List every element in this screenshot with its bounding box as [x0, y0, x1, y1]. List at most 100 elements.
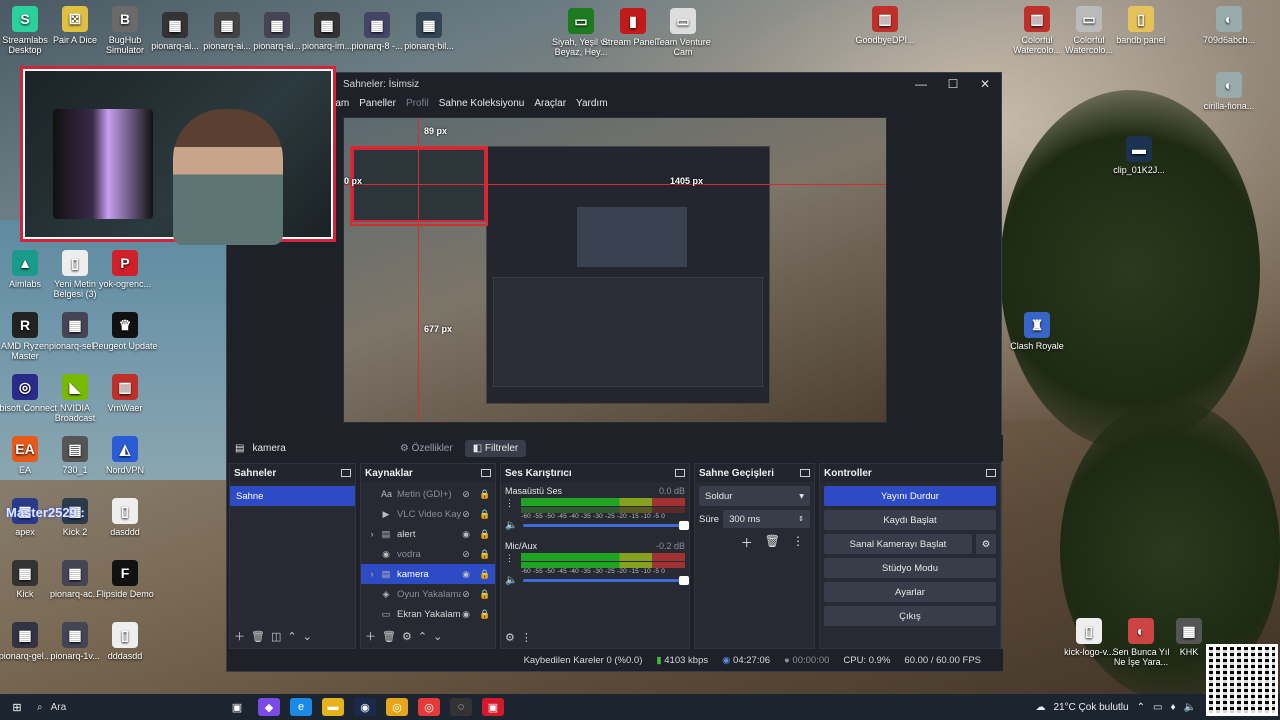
source-item[interactable]: › ▤ alert ◉ 🔒: [361, 524, 495, 544]
desktop-shortcut[interactable]: ♛ Peugeot Update: [92, 312, 158, 351]
desktop-shortcut[interactable]: ▯ bandb panel: [1108, 6, 1174, 45]
arrow-down-icon[interactable]: ⌄: [433, 630, 442, 643]
chrome-icon[interactable]: ◎: [386, 698, 408, 716]
start-recording-button[interactable]: Kaydı Başlat: [824, 510, 996, 530]
task-view-icon[interactable]: ▣: [226, 698, 248, 716]
source-item[interactable]: ▭ Ekran Yakalama ◉ 🔒: [361, 604, 495, 624]
desktop-shortcut[interactable]: ▦ pionarq-bil...: [396, 12, 462, 51]
trash-icon[interactable]: 🗑: [765, 534, 780, 551]
undock-icon[interactable]: [986, 469, 996, 477]
eye-icon[interactable]: ◉: [461, 569, 471, 580]
desktop-shortcut[interactable]: ◐ cirilla-fiona...: [1196, 72, 1262, 111]
transition-select[interactable]: Soldur ▾: [699, 486, 810, 506]
desktop-shortcut[interactable]: F Flipside Demo: [92, 560, 158, 599]
add-icon[interactable]: ＋: [741, 534, 753, 551]
copilot-icon[interactable]: ◆: [258, 698, 280, 716]
more-options-icon[interactable]: ⋮: [505, 498, 517, 509]
close-icon[interactable]: ✕: [969, 73, 1001, 95]
mic-icon[interactable]: ♦: [1170, 702, 1175, 713]
desktop-shortcut[interactable]: ▥ GoodbyeDPI...: [852, 6, 918, 45]
desktop-shortcut[interactable]: ▯ dddasdd: [92, 622, 158, 661]
virtual-camera-settings-icon[interactable]: ⚙: [976, 534, 996, 554]
arrow-down-icon[interactable]: ⌄: [303, 630, 312, 643]
filter-icon[interactable]: ◫: [271, 630, 281, 643]
desktop-shortcut[interactable]: ◐ 709d6abcb...: [1196, 6, 1262, 45]
source-item[interactable]: ◉ vodra ⊘ 🔒: [361, 544, 495, 564]
maximize-icon[interactable]: ☐: [937, 73, 969, 95]
exit-button[interactable]: Çıkış: [824, 606, 996, 626]
volume-icon[interactable]: 🔈: [1184, 702, 1196, 713]
advanced-audio-icon[interactable]: ⚙: [505, 631, 515, 644]
arrow-up-icon[interactable]: ⌃: [287, 630, 296, 643]
obs-taskbar-icon[interactable]: ◌: [450, 698, 472, 716]
studio-mode-button[interactable]: Stüdyo Modu: [824, 558, 996, 578]
undock-icon[interactable]: [800, 469, 810, 477]
network-icon[interactable]: ▭: [1153, 702, 1162, 713]
menu-tools[interactable]: Araçlar: [534, 98, 566, 109]
desktop-shortcut[interactable]: ♜ Clash Royale: [1004, 312, 1070, 351]
minimize-icon[interactable]: —: [905, 73, 937, 95]
source-item[interactable]: ▶ VLC Video Kayna⊘ 🔒: [361, 504, 495, 524]
stepper-icon[interactable]: ⇕: [798, 515, 804, 523]
more-options-icon[interactable]: ⋮: [505, 553, 517, 564]
menu-scene-collection[interactable]: Sahne Koleksiyonu: [439, 98, 525, 109]
eye-off-icon[interactable]: ⊘: [461, 489, 471, 500]
chevron-up-icon[interactable]: ⌃: [1137, 702, 1145, 713]
desktop-shortcut[interactable]: ▬ clip_01K2J...: [1106, 136, 1172, 175]
more-options-icon[interactable]: ⋮: [521, 631, 532, 644]
duration-input[interactable]: 300 ms ⇕: [723, 510, 810, 528]
obs-window[interactable]: Sahneler: İsimsiz — ☐ ✕ ...am Paneller P…: [226, 72, 1003, 672]
lock-icon[interactable]: 🔒: [479, 489, 490, 500]
file-explorer-icon[interactable]: ▬: [322, 698, 344, 716]
windows-start-icon[interactable]: ⊞: [6, 698, 28, 716]
arrow-up-icon[interactable]: ⌃: [418, 630, 427, 643]
start-virtual-camera-button[interactable]: Sanal Kamerayı Başlat: [824, 534, 972, 554]
speaker-icon[interactable]: 🔈: [505, 520, 517, 531]
undock-icon[interactable]: [675, 469, 685, 477]
more-options-icon[interactable]: ⋮: [792, 534, 804, 551]
obs-titlebar[interactable]: Sahneler: İsimsiz: [227, 73, 1001, 95]
eye-off-icon[interactable]: ⊘: [461, 509, 471, 520]
lock-icon[interactable]: 🔒: [479, 569, 490, 580]
expand-icon[interactable]: ›: [367, 569, 377, 579]
add-icon[interactable]: ＋: [365, 628, 376, 644]
desktop-shortcut[interactable]: ▥ VmWaer: [92, 374, 158, 413]
add-icon[interactable]: ＋: [234, 628, 245, 644]
speaker-icon[interactable]: 🔈: [505, 575, 517, 586]
desktop-shortcut[interactable]: ◭ NordVPN: [92, 436, 158, 475]
eye-icon[interactable]: ◉: [461, 529, 471, 540]
undock-icon[interactable]: [481, 469, 491, 477]
gear-icon[interactable]: ⚙: [402, 630, 412, 643]
expand-icon[interactable]: ›: [367, 529, 377, 539]
source-item[interactable]: ◈ Oyun Yakalama ⊘ 🔒: [361, 584, 495, 604]
selection-box[interactable]: [350, 146, 488, 226]
trash-icon[interactable]: 🗑: [382, 630, 396, 643]
undock-icon[interactable]: [341, 469, 351, 477]
eye-off-icon[interactable]: ⊘: [461, 589, 471, 600]
desktop-shortcut[interactable]: ▭ Team Venture Cam: [650, 8, 716, 57]
menu-help[interactable]: Yardım: [576, 98, 608, 109]
filters-button[interactable]: ◧ Filtreler: [464, 439, 527, 457]
lock-icon[interactable]: 🔒: [479, 509, 490, 520]
source-item[interactable]: Aa Metin (GDI+) ⊘ 🔒: [361, 484, 495, 504]
desktop-shortcut[interactable]: Pyok-ogrenc...: [92, 250, 158, 289]
weather-icon[interactable]: ☁: [1035, 702, 1045, 713]
settings-button[interactable]: Ayarlar: [824, 582, 996, 602]
stop-streaming-button[interactable]: Yayını Durdur: [824, 486, 996, 506]
trash-icon[interactable]: 🗑: [251, 630, 265, 643]
lock-icon[interactable]: 🔒: [479, 549, 490, 560]
source-item[interactable]: › ▤ kamera ◉ 🔒: [361, 564, 495, 584]
menu-docks[interactable]: Paneller: [359, 98, 396, 109]
preview-canvas[interactable]: 89 px 1405 px 677 px 0 px: [343, 117, 887, 423]
streamlabs-taskbar-icon[interactable]: ▣: [482, 698, 504, 716]
lock-icon[interactable]: 🔒: [479, 529, 490, 540]
search-box[interactable]: ⌕ Ara: [37, 696, 221, 718]
volume-slider[interactable]: [523, 521, 689, 530]
scene-item[interactable]: Sahne: [230, 486, 355, 506]
volume-slider[interactable]: [523, 576, 689, 585]
lock-icon[interactable]: 🔒: [479, 609, 490, 620]
eye-icon[interactable]: ◉: [461, 609, 471, 620]
weather-text[interactable]: 21°C Çok bulutlu: [1053, 702, 1128, 713]
eye-off-icon[interactable]: ⊘: [461, 549, 471, 560]
menu-profile[interactable]: Profil: [406, 98, 429, 109]
